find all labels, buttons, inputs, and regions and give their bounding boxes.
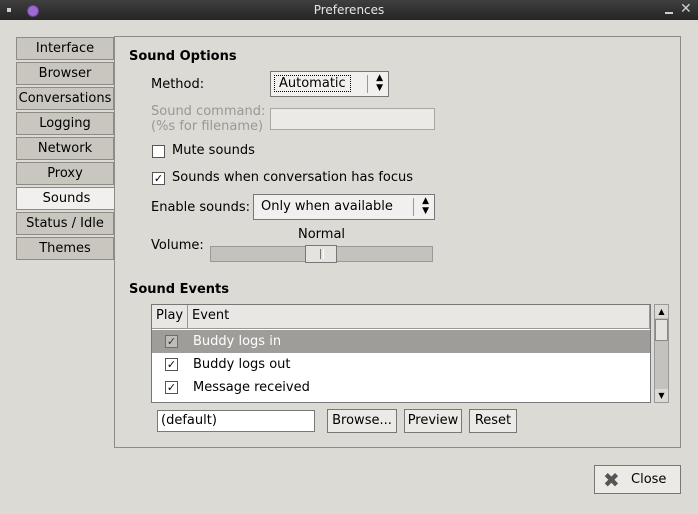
volume-value: Normal — [298, 227, 346, 242]
event-name: Message received — [193, 380, 310, 395]
method-value: Automatic — [274, 75, 351, 92]
sound-events-table[interactable]: Play Event ✓ Buddy logs in ✓ Buddy logs … — [151, 304, 651, 403]
updown-icon: ▲ ▼ — [376, 73, 383, 93]
enable-sounds-combo[interactable]: Only when available ▲ ▼ — [253, 194, 435, 220]
play-checkbox[interactable]: ✓ — [165, 358, 178, 371]
tab-label: Themes — [39, 241, 91, 256]
tab-label: Interface — [35, 41, 95, 56]
play-checkbox[interactable]: ✓ — [165, 381, 178, 394]
tab-conversations[interactable]: Conversations — [16, 87, 114, 110]
tab-logging[interactable]: Logging — [16, 112, 114, 135]
sound-command-label-line1: Sound command: — [151, 104, 266, 119]
method-label: Method: — [151, 77, 205, 92]
focus-sounds-checkbox[interactable]: ✓ — [152, 172, 165, 185]
tab-label: Browser — [38, 66, 92, 81]
sound-options-title: Sound Options — [129, 49, 237, 64]
close-x-icon: ✖ — [603, 468, 620, 492]
sound-events-title: Sound Events — [129, 282, 230, 297]
window-title: Preferences — [313, 3, 385, 17]
slider-grip — [320, 249, 324, 259]
event-name: Buddy logs out — [193, 357, 291, 372]
combo-separator — [413, 198, 414, 216]
mute-sounds-checkbox[interactable] — [152, 145, 165, 158]
tab-status-idle[interactable]: Status / Idle — [16, 212, 114, 235]
tab-label: Proxy — [47, 166, 83, 181]
tab-sounds[interactable]: Sounds — [16, 187, 116, 210]
reset-button[interactable]: Reset — [469, 409, 517, 433]
tab-label: Network — [37, 141, 93, 156]
sound-file-input[interactable]: (default) — [157, 410, 315, 432]
enable-sounds-value: Only when available — [261, 199, 393, 214]
browse-label: Browse... — [332, 413, 392, 428]
table-row[interactable]: ✓ Buddy logs out — [152, 353, 650, 376]
column-header-play[interactable]: Play — [152, 305, 188, 329]
reset-label: Reset — [474, 413, 512, 428]
close-label: Close — [631, 472, 667, 487]
volume-label: Volume: — [151, 238, 204, 253]
tab-proxy[interactable]: Proxy — [16, 162, 114, 185]
mute-sounds-label: Mute sounds — [172, 143, 255, 158]
tab-interface[interactable]: Interface — [16, 37, 114, 60]
scroll-down-icon[interactable]: ▼ — [655, 389, 668, 402]
minimize-icon[interactable] — [665, 12, 673, 14]
tab-label: Conversations — [18, 91, 112, 106]
column-header-event[interactable]: Event — [188, 305, 650, 329]
tab-themes[interactable]: Themes — [16, 237, 114, 260]
tab-label: Sounds — [42, 191, 91, 206]
table-row[interactable]: ✓ Buddy logs in — [152, 330, 650, 353]
scrollbar-thumb[interactable] — [655, 319, 668, 341]
events-scrollbar[interactable]: ▲ ▼ — [654, 304, 669, 403]
close-button[interactable]: ✖ Close — [594, 465, 681, 494]
enable-sounds-label: Enable sounds: — [151, 200, 251, 215]
sound-command-label-line2: (%s for filename) — [151, 119, 264, 134]
preview-button[interactable]: Preview — [404, 409, 462, 433]
combo-separator — [367, 75, 368, 93]
browse-button[interactable]: Browse... — [327, 409, 397, 433]
sound-command-label: Sound command: (%s for filename) — [151, 104, 265, 134]
method-combo[interactable]: Automatic ▲ ▼ — [270, 71, 389, 97]
focus-sounds-label: Sounds when conversation has focus — [172, 170, 414, 185]
tab-label: Status / Idle — [26, 216, 104, 231]
play-checkbox[interactable]: ✓ — [165, 335, 178, 348]
tab-label: Logging — [39, 116, 91, 131]
window-titlebar[interactable]: Preferences ✕ — [0, 0, 698, 20]
scroll-up-icon[interactable]: ▲ — [655, 305, 668, 318]
window-close-icon[interactable]: ✕ — [680, 1, 692, 17]
tab-network[interactable]: Network — [16, 137, 114, 160]
tab-browser[interactable]: Browser — [16, 62, 114, 85]
table-row[interactable]: ✓ Message received — [152, 376, 650, 399]
updown-icon: ▲ ▼ — [422, 196, 429, 216]
volume-slider-handle[interactable] — [305, 245, 337, 263]
event-name: Buddy logs in — [193, 334, 282, 349]
sound-command-input[interactable] — [270, 108, 435, 130]
preview-label: Preview — [407, 413, 459, 428]
